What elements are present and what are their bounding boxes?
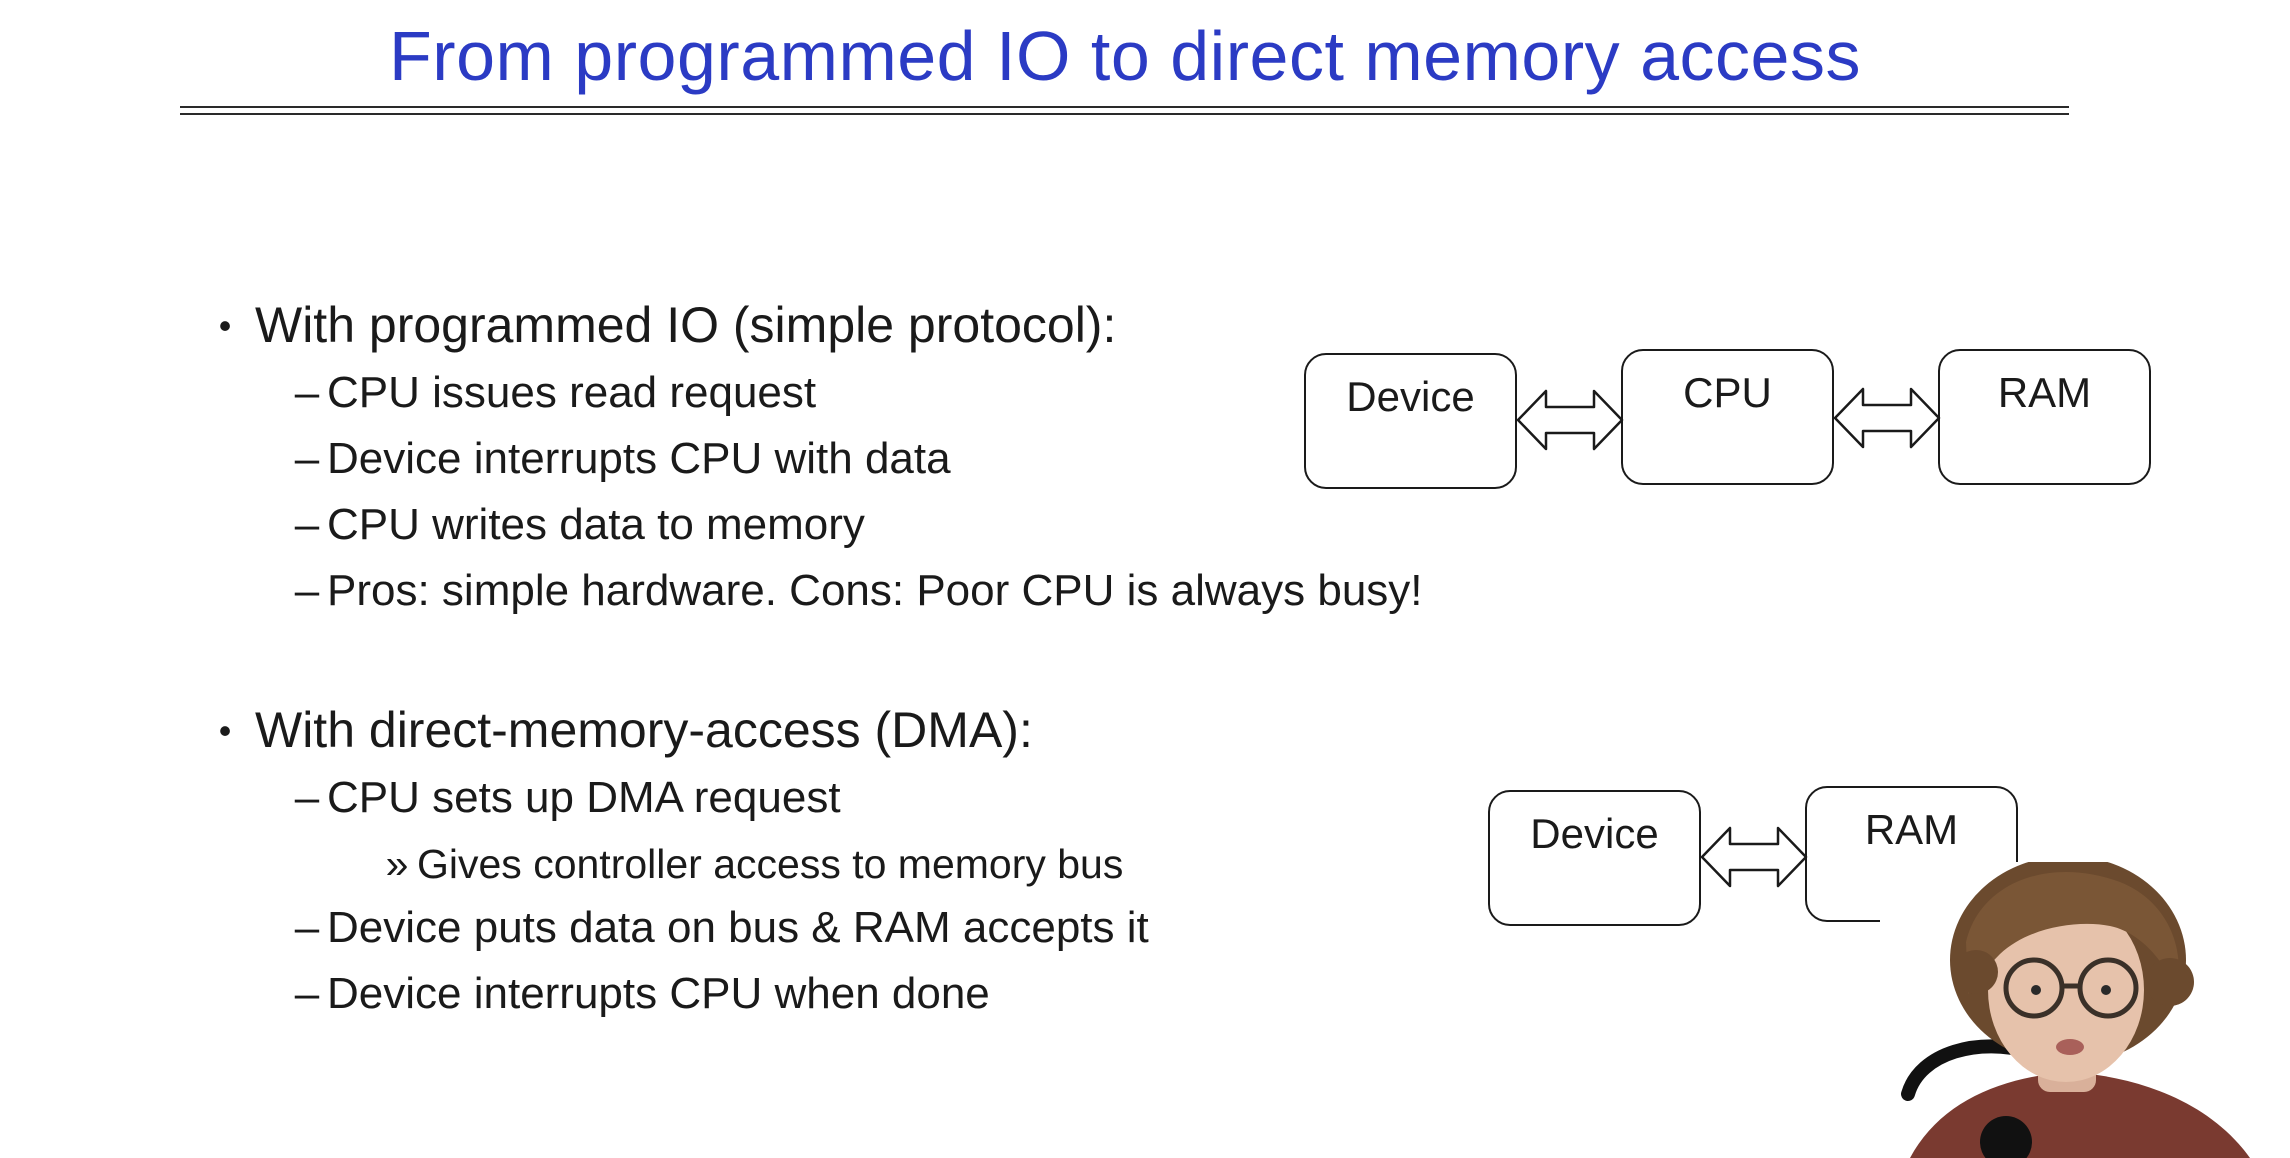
sub-item: – Pros: simple hardware. Cons: Poor CPU i… <box>295 563 1423 619</box>
ram-box: RAM <box>1938 349 2151 485</box>
sub-item-text: Device interrupts CPU with data <box>327 434 951 483</box>
device-box: Device <box>1304 353 1517 489</box>
sub-item: – CPU issues read request <box>295 365 816 421</box>
sub-sub-item: » Gives controller access to memory bus <box>386 838 1124 890</box>
double-arrow-icon <box>1516 389 1624 451</box>
sub-item: – Device interrupts CPU with data <box>295 431 951 487</box>
speaker-image <box>1880 862 2290 1158</box>
device-box: Device <box>1488 790 1701 926</box>
sub-sub-item-text: Gives controller access to memory bus <box>417 841 1124 887</box>
dash-marker: – <box>294 969 320 1018</box>
chevron-marker: » <box>385 841 409 887</box>
dash-marker: – <box>294 773 320 822</box>
sub-item-text: Pros: simple hardware. Cons: Poor CPU is… <box>327 566 1423 615</box>
cpu-box: CPU <box>1621 349 1834 485</box>
programmed-io-diagram: Device CPU RAM <box>1300 345 2155 495</box>
sub-item: – Device puts data on bus & RAM accepts i… <box>295 900 1149 956</box>
sub-item-text: CPU sets up DMA request <box>327 773 841 822</box>
sub-item-text: Device interrupts CPU when done <box>327 969 990 1018</box>
bullet-text: With direct-memory-access (DMA): <box>255 702 1033 758</box>
bullet-dot-icon: • <box>218 710 232 751</box>
title-underline-double <box>180 113 2069 115</box>
dash-marker: – <box>294 566 320 615</box>
dash-marker: – <box>294 434 320 483</box>
double-arrow-icon <box>1700 826 1808 888</box>
title-underline <box>180 106 2069 108</box>
sub-item: – CPU sets up DMA request <box>295 770 841 826</box>
sub-item-text: CPU issues read request <box>327 368 817 417</box>
lecture-slide: From programmed IO to direct memory acce… <box>0 0 2290 1158</box>
bullet-programmed-io: • With programmed IO (simple protocol): <box>219 295 1117 356</box>
bullet-dma: • With direct-memory-access (DMA): <box>219 700 1033 761</box>
speaker-webcam-video <box>1880 862 2290 1158</box>
sub-item-text: Device puts data on bus & RAM accepts it <box>327 903 1149 952</box>
dash-marker: – <box>294 903 320 952</box>
bullet-dot-icon: • <box>218 305 232 346</box>
sub-item: – Device interrupts CPU when done <box>295 966 990 1022</box>
sub-item: – CPU writes data to memory <box>295 497 865 553</box>
dash-marker: – <box>294 368 320 417</box>
bullet-text: With programmed IO (simple protocol): <box>255 297 1117 353</box>
double-arrow-icon <box>1833 387 1941 449</box>
sub-item-text: CPU writes data to memory <box>327 500 865 549</box>
slide-title: From programmed IO to direct memory acce… <box>389 17 1861 95</box>
dash-marker: – <box>294 500 320 549</box>
